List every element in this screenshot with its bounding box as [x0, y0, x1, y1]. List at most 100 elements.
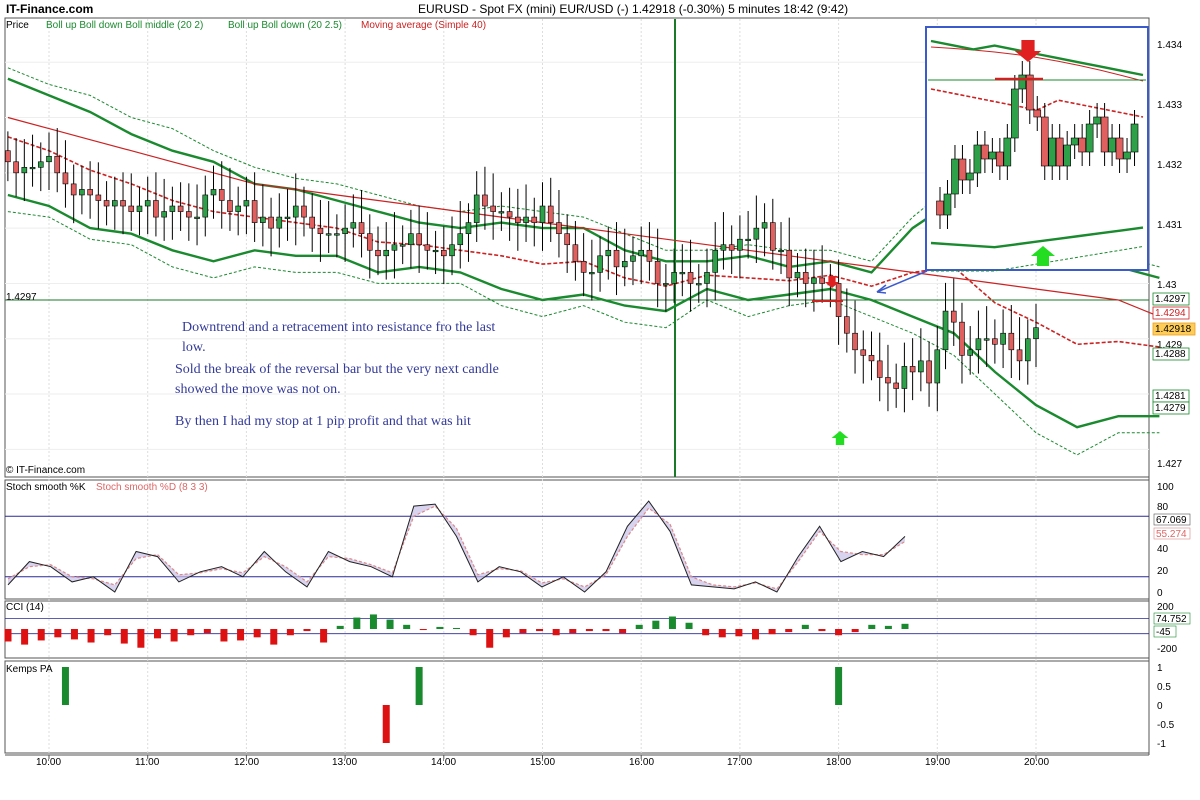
candle-body: [350, 222, 357, 229]
candle-body: [29, 167, 36, 170]
candle-body: [950, 310, 957, 323]
cci-bar: [818, 629, 826, 632]
kemps-bar: [61, 667, 69, 705]
candle-body: [391, 244, 398, 251]
cci-bar: [619, 629, 627, 634]
candle-body: [572, 244, 579, 262]
candle-body: [712, 249, 719, 273]
ytick-stoch: 0: [1157, 588, 1163, 599]
candle-body: [218, 189, 225, 201]
watermark: © IT-Finance.com: [6, 465, 85, 476]
inset-candle-body: [1003, 137, 1012, 167]
candle-body: [498, 211, 505, 214]
price-tag: 1.42918: [1155, 324, 1192, 335]
xtick: 15:00: [530, 757, 555, 768]
inset-candle-body: [1040, 116, 1049, 167]
ytick-price: 1.431: [1157, 220, 1182, 231]
cci-bar: [702, 629, 710, 636]
inset-candle-body: [1123, 151, 1131, 160]
inset-candle-body: [1033, 109, 1042, 118]
xtick: 10:00: [36, 757, 61, 768]
candle-body: [975, 338, 982, 351]
hline-price-label: 1.4297: [6, 292, 37, 303]
candle-body: [284, 216, 291, 219]
candle-body: [1033, 327, 1039, 340]
legend-cci: CCI (14): [6, 602, 44, 613]
cci-bar: [635, 624, 643, 629]
cci-bar: [718, 629, 726, 638]
cci-bar: [752, 629, 759, 640]
candle-body: [13, 161, 19, 174]
ytick-price: 1.427: [1157, 459, 1182, 470]
inset-candle-body: [1011, 88, 1019, 139]
xtick: 14:00: [431, 757, 456, 768]
inset-candle-body: [1100, 116, 1109, 153]
candle-body: [432, 249, 439, 253]
ytick-price: 1.432: [1157, 160, 1182, 171]
candle-body: [194, 216, 200, 219]
cci-bar: [70, 629, 78, 640]
inset-candle-body: [1078, 137, 1086, 153]
xtick: 19:00: [925, 757, 950, 768]
inset-candle-body: [988, 151, 997, 160]
candle-body: [811, 277, 817, 284]
kemps-bar: [835, 667, 843, 705]
xtick: 18:00: [826, 757, 851, 768]
cci-bar: [569, 629, 577, 634]
candle-body: [761, 222, 768, 229]
candle-body: [753, 227, 760, 240]
candle-body: [342, 227, 348, 234]
cci-bar: [884, 625, 892, 629]
candle-body: [136, 205, 143, 212]
candle-body: [597, 255, 603, 273]
candle-body: [630, 255, 636, 262]
legend-price: Price: [6, 20, 29, 31]
candle-body: [449, 244, 455, 257]
candle-body: [292, 205, 299, 218]
cci-bar: [735, 629, 743, 637]
candle-body: [663, 283, 669, 286]
candle-body: [5, 150, 11, 163]
cci-bar: [801, 624, 809, 629]
cci-bar: [104, 629, 112, 636]
cci-level-tag: -45: [1156, 627, 1171, 638]
candle-body: [309, 216, 316, 229]
xtick: 20:00: [1024, 757, 1049, 768]
ytick-price: 1.43: [1157, 280, 1177, 291]
candle-body: [202, 194, 209, 218]
inset-candle-body: [1048, 137, 1057, 167]
cci-bar: [469, 629, 477, 636]
kemps-bar: [415, 667, 423, 705]
candle-body: [1008, 332, 1015, 351]
cci-bar: [170, 629, 178, 642]
cci-bar: [835, 629, 843, 636]
cci-bar: [436, 626, 444, 629]
cci-bar: [220, 629, 228, 642]
candle-body: [901, 366, 908, 389]
candle-body: [654, 261, 661, 284]
cci-bar: [519, 629, 527, 634]
cci-bar: [369, 614, 377, 629]
legend-boll-20-25: Boll up Boll down (20 2.5): [228, 20, 342, 31]
cci-bar: [419, 629, 427, 631]
candle-body: [161, 211, 167, 218]
price-tag: 1.4288: [1155, 349, 1186, 360]
candle-body: [589, 272, 595, 275]
candle-body: [646, 249, 653, 262]
cci-bar: [154, 629, 161, 639]
ytick-cci: 200: [1157, 602, 1174, 613]
candle-body: [737, 238, 743, 251]
candle-body: [227, 200, 233, 212]
candle-body: [885, 377, 891, 384]
legend-stoch-d: Stoch smooth %D (8 3 3): [96, 482, 208, 493]
ytick-stoch: 40: [1157, 544, 1169, 555]
candle-body: [153, 200, 159, 218]
cci-bar: [851, 629, 859, 633]
annotation-line: Downtrend and a retracement into resista…: [182, 320, 496, 335]
candle-body: [276, 216, 283, 229]
candle-body: [506, 211, 513, 218]
candle-body: [235, 205, 241, 212]
cci-bar: [602, 629, 610, 632]
candle-body: [523, 216, 529, 223]
ytick-kemps: 0: [1157, 701, 1163, 712]
